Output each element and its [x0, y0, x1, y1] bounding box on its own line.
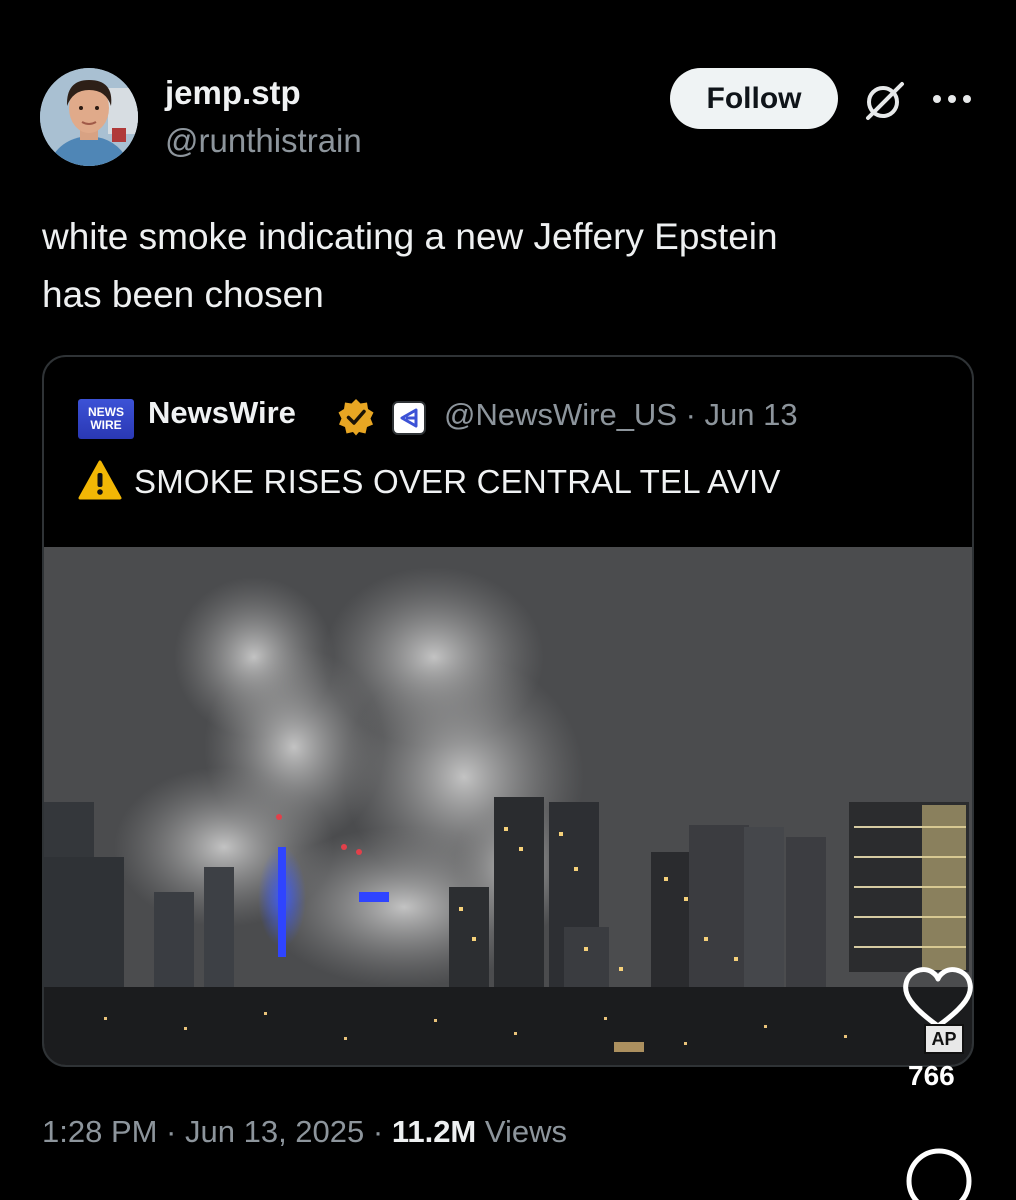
quoted-tweet-card[interactable]: NEWS WIRE NewsWire @NewsWire_US · Jun 13 [42, 355, 974, 1067]
tweet-text: white smoke indicating a new Jeffery Eps… [42, 208, 962, 324]
tweet-timestamp[interactable]: 1:28 PM · Jun 13, 2025 · [42, 1114, 392, 1149]
quoted-handle-date[interactable]: @NewsWire_US · Jun 13 [444, 397, 798, 433]
newswire-logo-bottom: WIRE [90, 418, 122, 432]
ap-credit-logo: AP [924, 1024, 964, 1054]
tweet-screen: jemp.stp @runthistrain Follow white smok… [0, 0, 1016, 1200]
affiliate-badge-icon [392, 401, 426, 435]
views-count: 11.2M [391, 1114, 477, 1149]
views-label: Views [476, 1114, 568, 1149]
author-avatar[interactable] [40, 68, 138, 166]
quoted-headline: SMOKE RISES OVER CENTRAL TEL AVIV [134, 463, 781, 500]
news-photo[interactable] [44, 547, 972, 1065]
tweet-text-line-1: white smoke indicating a new Jeffery Eps… [42, 216, 778, 257]
verified-badge-icon [336, 397, 376, 437]
quoted-author-name[interactable]: NewsWire [148, 395, 296, 431]
grok-icon[interactable] [862, 78, 908, 124]
author-handle[interactable]: @runthistrain [165, 122, 362, 160]
author-name[interactable]: jemp.stp [165, 74, 301, 112]
warning-icon [78, 459, 122, 501]
like-count: 766 [908, 1060, 955, 1091]
heart-icon[interactable] [900, 964, 976, 1032]
more-icon[interactable] [930, 92, 974, 106]
tweet-meta: 1:28 PM · Jun 13, 2025 · 11.2M Views [42, 1114, 567, 1150]
follow-button[interactable]: Follow [670, 68, 838, 129]
newswire-avatar[interactable]: NEWS WIRE [78, 399, 134, 439]
tweet-text-line-2: has been chosen [42, 274, 324, 315]
search-icon[interactable] [904, 1146, 974, 1200]
